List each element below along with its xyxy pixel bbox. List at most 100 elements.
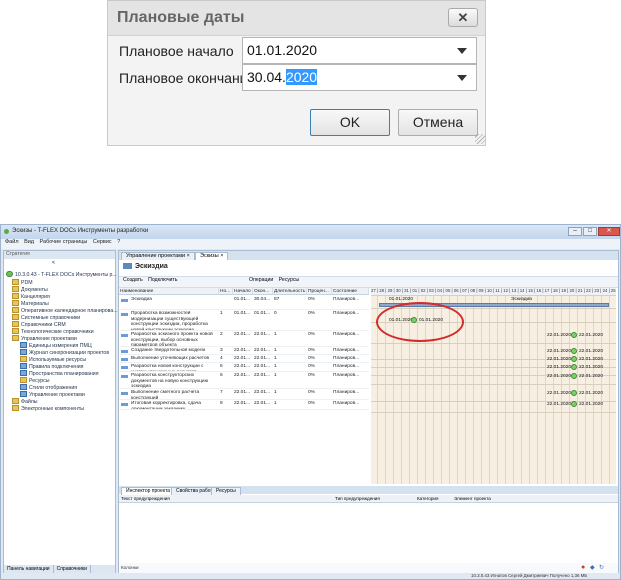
tree-item-sync-log[interactable]: Журнал синхронизации проектов [20, 349, 109, 356]
table-row[interactable]: Создание твердотельной модели конструкци… [119, 347, 369, 355]
tab-project-inspector[interactable]: Инспектор проекта [121, 487, 176, 495]
tree-item-display-styles[interactable]: Стили отображения [20, 384, 77, 391]
minimize-button[interactable]: – [568, 227, 582, 236]
col-header-start[interactable]: Начало [233, 288, 253, 295]
tree-item-project-management[interactable]: Управление проектами [12, 335, 77, 342]
tree-item-electronic-components[interactable]: Электронные компоненты [12, 405, 84, 412]
gantt-row-line [371, 384, 616, 385]
tree-item-calendar-planning[interactable]: Оперативное календарное планирова... [12, 307, 118, 314]
cell-name: Создание твердотельной модели конструкци… [131, 348, 206, 354]
task-marker[interactable] [571, 390, 577, 396]
tree-item-used-resources[interactable]: Используемые ресурсы [20, 356, 86, 363]
navigation-panel: Стратегия < 10.3.0.43 - T-FLEX DOCs Инст… [3, 250, 118, 574]
close-button[interactable]: ✕ [448, 8, 478, 27]
task-marker[interactable] [571, 332, 577, 338]
tab-navigation-panel[interactable]: Панель навигации [4, 565, 54, 573]
cell-name: Выполнение сметного расчета конструкций [131, 390, 200, 399]
table-row[interactable]: Разработка эскизного проекта новой конст… [119, 331, 369, 347]
col-warning-text[interactable]: Текст предупреждения [121, 496, 170, 501]
cell-pct: 0% [308, 401, 315, 406]
window-close-button[interactable]: ✕ [598, 227, 620, 236]
menu-view[interactable]: Вид [24, 239, 34, 245]
tab-references[interactable]: Справочники [54, 565, 91, 573]
table-row[interactable]: Выполнение уточняющих расчетов 4 22.01... 2… [119, 355, 369, 363]
start-date-field[interactable]: 01.01.2020 [242, 37, 477, 64]
title-bar: Эскизы - T-FLEX DOCs Инструменты разрабо… [1, 225, 620, 239]
col-project-element[interactable]: Элемент проекта [454, 496, 491, 501]
cancel-button[interactable]: Отмена [398, 109, 478, 136]
tree-item-office[interactable]: Канцелярия [12, 293, 50, 300]
tab-sketches[interactable]: Эскизы × [195, 252, 229, 260]
cell-end: 30.04... [254, 297, 271, 302]
col-header-duration[interactable]: Длительность [273, 288, 307, 295]
tab-project-management[interactable]: Управление проектами × [121, 252, 195, 260]
maximize-button[interactable]: □ [583, 227, 597, 236]
folder-icon [12, 314, 19, 320]
tree-item-resources[interactable]: Ресурсы [20, 377, 49, 384]
col-category[interactable]: Категория [417, 496, 438, 501]
task-marker[interactable] [571, 348, 577, 354]
document-icon [20, 363, 27, 369]
cell-dur: 1 [274, 373, 277, 378]
cell-state: Планиров... [333, 373, 360, 378]
status-text: 10.3.0.43 Игнатов Сергей Дмитриевич Полу… [471, 573, 588, 578]
cell-start: 22.01... [234, 373, 251, 378]
tree-item-system-refs[interactable]: Системные справочники [12, 314, 80, 321]
col-header-name[interactable]: Наименование [119, 288, 219, 295]
tree-item-pm[interactable]: Управление проектами [20, 391, 85, 398]
tree-item-documents[interactable]: Документы [12, 286, 48, 293]
menu-workpages[interactable]: Рабочие страницы [40, 239, 88, 245]
nav-header: Стратегия [4, 251, 115, 259]
tree-item-crm-refs[interactable]: Справочники CRM [12, 321, 66, 328]
col-header-state[interactable]: Состояние [332, 288, 369, 295]
resize-grip-icon[interactable] [475, 134, 485, 144]
menu-file[interactable]: Файл [5, 239, 19, 245]
table-row[interactable]: Разработка конструкторских документов на… [119, 372, 369, 389]
col-header-percent[interactable]: Процен... [307, 288, 332, 295]
task-marker[interactable] [571, 356, 577, 362]
ok-button[interactable]: OK [310, 109, 390, 136]
tree-item-rules[interactable]: Правила подключения [20, 363, 83, 370]
task-marker[interactable] [571, 364, 577, 370]
refresh-icon[interactable]: ↻ [599, 564, 604, 571]
project-icon [20, 391, 27, 397]
resources-button[interactable]: Ресурсы [279, 277, 299, 283]
task-marker[interactable] [571, 401, 577, 407]
table-row[interactable]: Разработка новой конструкции с учетом ут… [119, 363, 369, 372]
chevron-down-icon[interactable] [457, 75, 467, 81]
table-row[interactable]: Проработка возможностей модернизации сущ… [119, 310, 369, 331]
columns-label[interactable]: Колонки [121, 565, 139, 570]
tree-item-planning-spaces[interactable]: Пространства планирования [20, 370, 99, 377]
task-marker[interactable] [571, 373, 577, 379]
chevron-down-icon[interactable] [457, 48, 467, 54]
table-row[interactable]: Эскиздиа 01.01... 30.04... 87 0% Планиров... [119, 296, 369, 310]
cell-pct: 0% [308, 356, 315, 361]
nav-back-icon[interactable]: < [52, 260, 55, 266]
nav-header-label: Стратегия [6, 251, 30, 257]
col-header-end[interactable]: Окон... [253, 288, 273, 295]
col-header-no[interactable]: Но... [219, 288, 233, 295]
tab-resources[interactable]: Ресурсы [211, 487, 241, 495]
tree-item-files[interactable]: Файлы [12, 398, 37, 405]
cell-no: 1 [220, 311, 223, 316]
end-date-label: Плановое окончание [119, 70, 256, 86]
highlight-circle [376, 302, 464, 342]
menu-service[interactable]: Сервис [93, 239, 112, 245]
create-button[interactable]: Создать [123, 277, 143, 283]
table-row[interactable]: Итоговая корректировка, сдача документац… [119, 400, 369, 410]
tree-item-pdm[interactable]: PDM [12, 279, 33, 286]
error-icon[interactable]: ● [581, 564, 585, 571]
tree-item-materials[interactable]: Материалы [12, 300, 49, 307]
table-row[interactable]: Выполнение сметного расчета конструкций 7… [119, 389, 369, 400]
info-icon[interactable]: ◆ [590, 564, 595, 571]
tree-item-tech-refs[interactable]: Технологические справочники [12, 328, 94, 335]
connect-button[interactable]: Подключить [148, 277, 177, 283]
gantt-day-column [537, 296, 538, 484]
tree-item-units[interactable]: Единицы измерения ПМЦ [20, 342, 92, 349]
tree-root[interactable]: 10.3.0.43 - T-FLEX DOCs Инструменты р... [6, 271, 117, 278]
col-warning-type[interactable]: Тип предупреждения [335, 496, 380, 501]
menu-help[interactable]: ? [117, 239, 120, 245]
operations-button[interactable]: Операции [249, 277, 273, 283]
inspector-footer: Колонки ● ◆ ↻ [119, 563, 618, 573]
end-date-field[interactable]: 30.04.2020 [242, 64, 477, 91]
